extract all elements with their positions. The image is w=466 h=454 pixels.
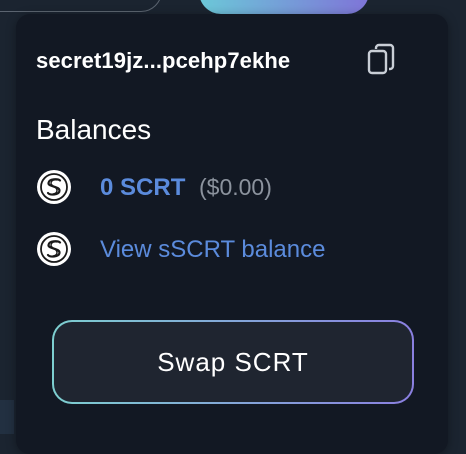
background-button-left	[0, 0, 162, 12]
balances-heading: Balances	[36, 114, 152, 145]
swap-scrt-button-label: Swap SCRT	[54, 322, 412, 402]
scrt-usd-value: ($0.00)	[199, 174, 272, 200]
background-button-gradient	[199, 0, 369, 14]
secret-network-logo-icon	[37, 170, 71, 204]
swap-scrt-button[interactable]: Swap SCRT	[52, 320, 414, 404]
copy-icon	[367, 43, 395, 75]
secret-network-logo-icon	[37, 232, 71, 266]
copy-address-button[interactable]	[364, 42, 400, 78]
view-sscrt-balance-link[interactable]: View sSCRT balance	[100, 236, 325, 264]
wallet-address: secret19jz...pcehp7ekhe	[36, 48, 291, 73]
scrt-amount: 0 SCRT	[100, 174, 186, 201]
wallet-address-row: secret19jz...pcehp7ekhe	[36, 42, 416, 82]
scrt-balance-row: 0 SCRT ($0.00)	[36, 169, 416, 205]
sscrt-balance-row: View sSCRT balance	[36, 231, 416, 267]
background-edge	[0, 400, 14, 434]
